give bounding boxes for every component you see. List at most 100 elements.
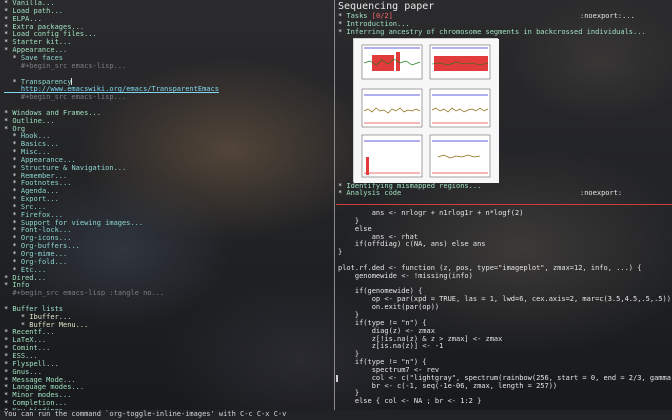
echo-area-message: You can run the command `org-toggle-inli… [0,410,672,420]
figure-panel-1 [361,44,423,79]
heading-star: * [4,155,17,164]
line-text: Support for viewing images... [16,218,144,227]
outline-heading[interactable]: * Etc... [4,265,330,275]
heading-star: * [4,218,17,227]
inline-chromosome-plot-image [353,37,499,183]
outline-body-line[interactable]: #+begin_src emacs-lisp... [4,62,330,71]
heading-star: * [4,257,17,266]
line-text: Save faces [16,53,64,62]
tasks-tag: :noexport:... [580,12,635,20]
outline-heading[interactable]: * Basics... [4,140,330,149]
r-source-code-block[interactable]: ans <- nrlogr + n1rlog1r + n*logf(2) } e… [336,209,672,406]
code-line[interactable]: br <- c(-1, seq(-1e-06, zmax, length = 2… [336,382,672,391]
line-text: Org [8,124,26,133]
heading-star: * [4,171,17,180]
figure-panel-4 [429,88,491,127]
line-text: Export... [16,195,59,204]
outline-heading[interactable]: * Comint... [4,344,330,353]
heading-star: * [4,320,26,329]
line-text: Structure & Navigation... [16,163,127,172]
heading-star: * [4,210,17,219]
heading-star: * [4,312,26,321]
current-line-marker [336,374,338,382]
heading-star: * [4,179,17,188]
heading-star: * [4,148,17,157]
figure-panel-2 [429,44,491,79]
line-text: Org-fold... [16,257,68,266]
outline-body-line[interactable] [4,71,330,79]
heading-star: * [4,234,17,243]
code-line[interactable]: genomewide <- !missing(info) [336,272,672,281]
left-window-org-config[interactable]: * Vanilla... * Load path... * ELPA... * Ext… [0,0,334,410]
heading-star: * [4,250,17,258]
heading-star: * [4,226,17,235]
heading-star: * [4,132,17,141]
outline-heading[interactable]: * Outline... [4,116,330,126]
figure-panel-5 [361,134,423,177]
heading-star: * [4,242,17,251]
line-text: Appearance... [8,46,68,55]
line-text: Flyspell... [8,359,59,368]
heading-star: * [4,163,17,172]
line-text: Minor modes... [8,391,72,400]
heading-star: * [4,265,17,274]
analysis-tag: :noexport: [580,189,623,198]
line-text: Ibuffer... [25,312,72,321]
code-line[interactable]: if(offdiag) c(NA, ans) else ans [336,241,672,249]
outline-heading[interactable]: * Org [4,124,330,134]
outline-heading[interactable]: * Org-fold... [4,257,330,267]
outline-heading[interactable]: * Dired... [4,273,330,283]
heading-inferring-ancestry[interactable]: * Inferring ancestry of chromosome segme… [336,28,672,37]
line-text: Agenda... [16,187,59,196]
line-text: Info [8,281,30,290]
code-line[interactable]: } [336,217,672,226]
code-line[interactable]: on.exit(par(op)) [336,303,672,312]
line-text: ELPA... [8,14,42,23]
window-divider[interactable] [334,0,335,410]
heading-star: * [4,195,17,204]
heading-star: * [4,53,17,62]
line-text: Language modes... [8,383,85,392]
heading-analysis-code[interactable]: * Analysis code:noexport: [336,189,672,198]
line-text: Appearance... [16,155,76,164]
line-text: Load path... [8,6,64,15]
code-line[interactable]: z[is.na(z)] <- -1 [336,342,672,351]
src-block-separator [336,204,672,205]
line-text: Hook... [16,132,51,141]
outline-body-line[interactable]: #+begin_src emacs-lisp... [4,93,330,102]
line-text: Dired... [8,273,47,282]
line-text: Src... [16,202,47,211]
line-text: Comint... [8,344,51,353]
outline-body-line[interactable]: #+begin_src emacs-lisp :tangle no... [4,289,330,298]
chromosome-segments-figure [354,38,499,183]
line-text: Outline... [8,116,55,125]
line-text: ESS... [8,351,38,360]
line-text: Buffer Menu... [25,320,89,329]
line-text: Extra packages... [8,22,85,31]
outline-heading[interactable]: * Load path... [4,6,330,16]
outline-heading[interactable]: * Export... [4,195,330,204]
line-text: Org-buffers... [16,242,80,251]
line-text: #+begin_src emacs-lisp... [4,93,127,102]
line-text: Font-lock... [16,226,72,235]
tasks-progress-cookie: [0/2] [371,12,393,20]
line-text: Firefox... [16,210,64,219]
heading-star: * [4,202,17,211]
line-text: Org-icons... [16,234,72,243]
outline-heading[interactable]: * Recentf... [4,329,330,337]
code-line[interactable]: else { col <- NA ; br <- 1:2 } [336,397,672,406]
emacs-frame: * Vanilla... * Load path... * ELPA... * Ext… [0,0,672,420]
line-text: Org-mime... [16,250,68,258]
line-text[interactable]: http://www.emacswiki.org/emacs/Transpare… [4,85,219,93]
outline-heading[interactable]: * LaTeX... [4,336,330,345]
line-text: Message Mode... [8,375,76,384]
line-text: Load config files... [8,30,97,39]
outline-heading[interactable]: * Flyspell... [4,359,330,369]
line-text: LaTeX... [8,336,47,345]
heading-star: * [4,187,17,196]
line-text: Misc... [16,148,51,157]
code-line[interactable]: } [336,248,672,257]
code-line[interactable]: ans <- nrlogr + n1rlog1r + n*logf(2) [336,209,672,218]
line-text: Completion... [8,399,68,408]
heading-star: * [4,140,17,149]
